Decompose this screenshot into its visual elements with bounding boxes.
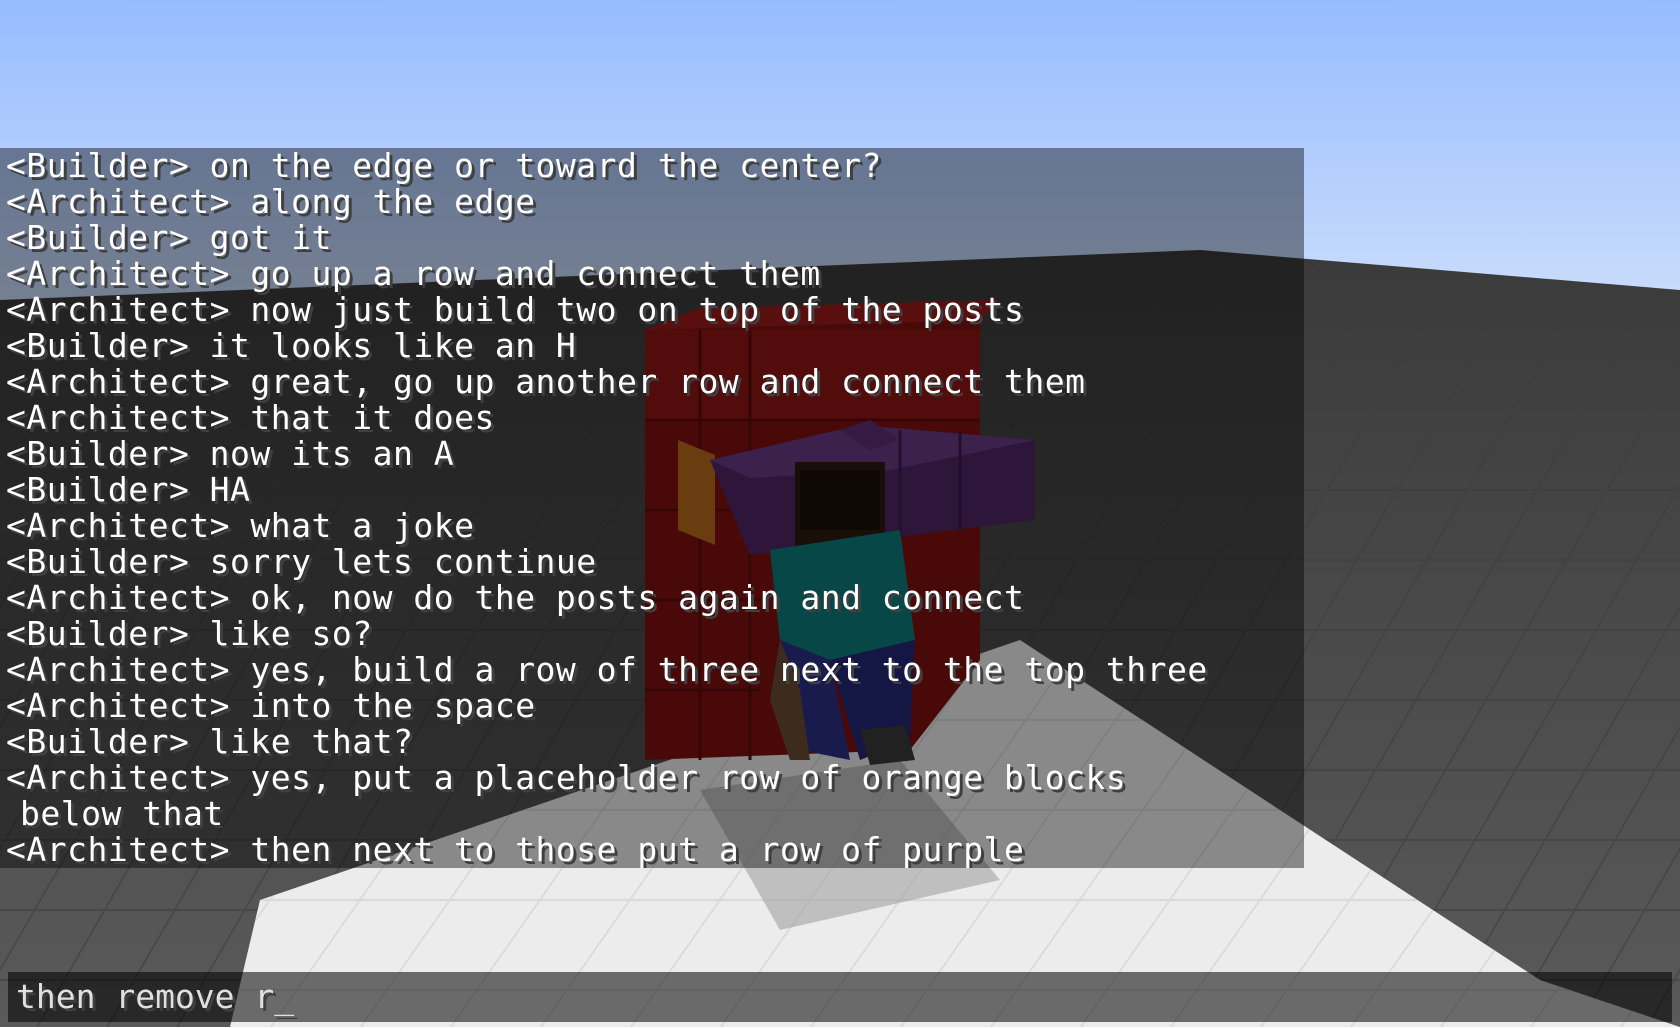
chat-message: <Architect> yes, put a placeholder row o…	[6, 758, 1127, 797]
chat-message: <Architect> along the edge	[6, 182, 536, 221]
chat-message: <Builder> it looks like an H	[6, 326, 577, 365]
chat-message: <Builder> on the edge or toward the cent…	[6, 148, 882, 185]
chat-message: <Architect> into the space	[6, 686, 536, 725]
text-cursor: _	[274, 977, 295, 1016]
chat-message: <Architect> then next to those put a row…	[6, 830, 1025, 868]
chat-input-field[interactable]: then remove r	[16, 977, 274, 1016]
chat-message: below that	[20, 794, 224, 833]
chat-message: <Builder> now its an A	[6, 434, 455, 473]
chat-message: <Architect> go up a row and connect them	[6, 254, 821, 293]
chat-message: <Architect> great, go up another row and…	[6, 362, 1086, 401]
chat-message: <Architect> yes, build a row of three ne…	[6, 650, 1208, 689]
chat-message: <Builder> like so?	[6, 614, 373, 653]
chat-history-panel: <Builder> on the edge or toward the cent…	[0, 148, 1304, 868]
chat-message: <Architect> that it does	[6, 398, 495, 437]
chat-message: <Architect> now just build two on top of…	[6, 290, 1025, 329]
chat-message: <Builder> sorry lets continue	[6, 542, 597, 581]
chat-message: <Builder> got it	[6, 218, 332, 257]
chat-message: <Architect> what a joke	[6, 506, 475, 545]
chat-message: <Builder> like that?	[6, 722, 414, 761]
chat-message: <Architect> ok, now do the posts again a…	[6, 578, 1025, 617]
chat-input-bar[interactable]: then remove r_	[8, 972, 1672, 1022]
chat-message: <Builder> HA	[6, 470, 251, 509]
